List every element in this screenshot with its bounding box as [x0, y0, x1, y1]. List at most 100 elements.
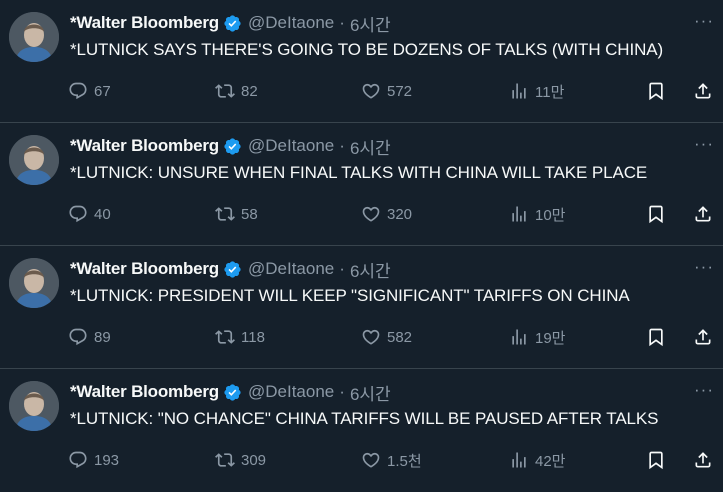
- tweet[interactable]: *Walter Bloomberg @DeItaone · 6시간 ··· *L…: [0, 246, 723, 369]
- views-icon: [509, 327, 529, 347]
- bookmark-button[interactable]: [646, 80, 666, 102]
- retweet-button[interactable]: 58: [215, 203, 258, 225]
- tweet-text: *LUTNICK: UNSURE WHEN FINAL TALKS WITH C…: [70, 163, 648, 182]
- share-button[interactable]: [693, 326, 713, 348]
- reply-count: 193: [94, 451, 120, 469]
- verified-badge-icon: [223, 137, 242, 156]
- tweet-timestamp[interactable]: 6시간: [350, 11, 391, 36]
- more-icon[interactable]: ···: [694, 12, 714, 29]
- bookmark-icon: [646, 81, 666, 101]
- author-name[interactable]: *Walter Bloomberg: [70, 259, 219, 279]
- avatar[interactable]: [9, 12, 59, 62]
- like-button[interactable]: 582: [361, 326, 412, 348]
- share-icon: [693, 450, 713, 470]
- retweet-icon: [215, 327, 235, 347]
- heart-icon: [361, 327, 381, 347]
- reply-button[interactable]: 89: [68, 326, 111, 348]
- author-name[interactable]: *Walter Bloomberg: [70, 136, 219, 156]
- tweet-timestamp[interactable]: 6시간: [350, 257, 391, 282]
- author-name[interactable]: *Walter Bloomberg: [70, 13, 219, 33]
- tweet-timestamp[interactable]: 6시간: [350, 134, 391, 159]
- views-button[interactable]: 42만: [509, 449, 566, 471]
- retweet-button[interactable]: 82: [215, 80, 258, 102]
- retweet-count: 58: [241, 205, 258, 223]
- reply-button[interactable]: 40: [68, 203, 111, 225]
- reply-button[interactable]: 193: [68, 449, 119, 471]
- share-button[interactable]: [693, 203, 713, 225]
- tweet-text: *LUTNICK: PRESIDENT WILL KEEP "SIGNIFICA…: [70, 286, 630, 305]
- reply-button[interactable]: 67: [68, 80, 111, 102]
- separator-dot: ·: [339, 13, 345, 32]
- share-icon: [693, 204, 713, 224]
- share-button[interactable]: [693, 449, 713, 471]
- heart-icon: [361, 81, 381, 101]
- reply-icon: [68, 204, 88, 224]
- tweet-actions: 67 82 572 11만: [68, 80, 713, 102]
- retweet-button[interactable]: 309: [215, 449, 266, 471]
- separator-dot: ·: [339, 382, 345, 401]
- like-count: 320: [387, 205, 413, 223]
- retweet-count: 118: [241, 328, 265, 346]
- avatar[interactable]: [9, 381, 59, 431]
- bookmark-icon: [646, 450, 666, 470]
- view-count: 10만: [535, 206, 566, 224]
- more-icon[interactable]: ···: [694, 258, 714, 275]
- reply-count: 89: [94, 328, 111, 346]
- avatar[interactable]: [9, 135, 59, 185]
- tweet[interactable]: *Walter Bloomberg @DeItaone · 6시간 ··· *L…: [0, 0, 723, 123]
- tweet-header: *Walter Bloomberg @DeItaone · 6시간: [70, 134, 391, 159]
- tweet-text: *LUTNICK: "NO CHANCE" CHINA TARIFFS WILL…: [70, 409, 659, 428]
- like-button[interactable]: 1.5천: [361, 449, 422, 471]
- tweet[interactable]: *Walter Bloomberg @DeItaone · 6시간 ··· *L…: [0, 369, 723, 492]
- bookmark-button[interactable]: [646, 203, 666, 225]
- reply-icon: [68, 450, 88, 470]
- views-button[interactable]: 11만: [509, 80, 564, 102]
- bookmark-button[interactable]: [646, 449, 666, 471]
- views-icon: [509, 81, 529, 101]
- reply-icon: [68, 327, 88, 347]
- like-button[interactable]: 572: [361, 80, 412, 102]
- author-name[interactable]: *Walter Bloomberg: [70, 382, 219, 402]
- like-count: 1.5천: [387, 452, 422, 470]
- tweet-header: *Walter Bloomberg @DeItaone · 6시간: [70, 257, 391, 282]
- tweet-text: *LUTNICK SAYS THERE'S GOING TO BE DOZENS…: [70, 40, 664, 59]
- like-button[interactable]: 320: [361, 203, 412, 225]
- share-icon: [693, 81, 713, 101]
- like-count: 582: [387, 328, 413, 346]
- views-button[interactable]: 10만: [509, 203, 566, 225]
- views-button[interactable]: 19만: [509, 326, 566, 348]
- retweet-icon: [215, 81, 235, 101]
- tweet-timestamp[interactable]: 6시간: [350, 380, 391, 405]
- verified-badge-icon: [223, 14, 242, 33]
- retweet-icon: [215, 204, 235, 224]
- bookmark-icon: [646, 327, 666, 347]
- tweet-feed: *Walter Bloomberg @DeItaone · 6시간 ··· *L…: [0, 0, 723, 492]
- more-icon[interactable]: ···: [694, 381, 714, 398]
- author-handle[interactable]: @DeItaone: [248, 13, 334, 33]
- heart-icon: [361, 204, 381, 224]
- view-count: 42만: [535, 452, 566, 470]
- view-count: 19만: [535, 329, 566, 347]
- separator-dot: ·: [339, 136, 345, 155]
- retweet-count: 309: [241, 451, 267, 469]
- view-count: 11만: [535, 83, 565, 101]
- tweet-actions: 193 309 1.5천 42만: [68, 449, 713, 471]
- views-icon: [509, 450, 529, 470]
- tweet-header: *Walter Bloomberg @DeItaone · 6시간: [70, 380, 391, 405]
- like-count: 572: [387, 82, 413, 100]
- tweet[interactable]: *Walter Bloomberg @DeItaone · 6시간 ··· *L…: [0, 123, 723, 246]
- bookmark-button[interactable]: [646, 326, 666, 348]
- share-button[interactable]: [693, 80, 713, 102]
- author-handle[interactable]: @DeItaone: [248, 259, 334, 279]
- heart-icon: [361, 450, 381, 470]
- author-handle[interactable]: @DeItaone: [248, 136, 334, 156]
- retweet-icon: [215, 450, 235, 470]
- tweet-actions: 40 58 320 10만: [68, 203, 713, 225]
- more-icon[interactable]: ···: [694, 135, 714, 152]
- reply-count: 40: [94, 205, 111, 223]
- retweet-button[interactable]: 118: [215, 326, 265, 348]
- author-handle[interactable]: @DeItaone: [248, 382, 334, 402]
- reply-count: 67: [94, 82, 111, 100]
- avatar[interactable]: [9, 258, 59, 308]
- tweet-actions: 89 118 582 19만: [68, 326, 713, 348]
